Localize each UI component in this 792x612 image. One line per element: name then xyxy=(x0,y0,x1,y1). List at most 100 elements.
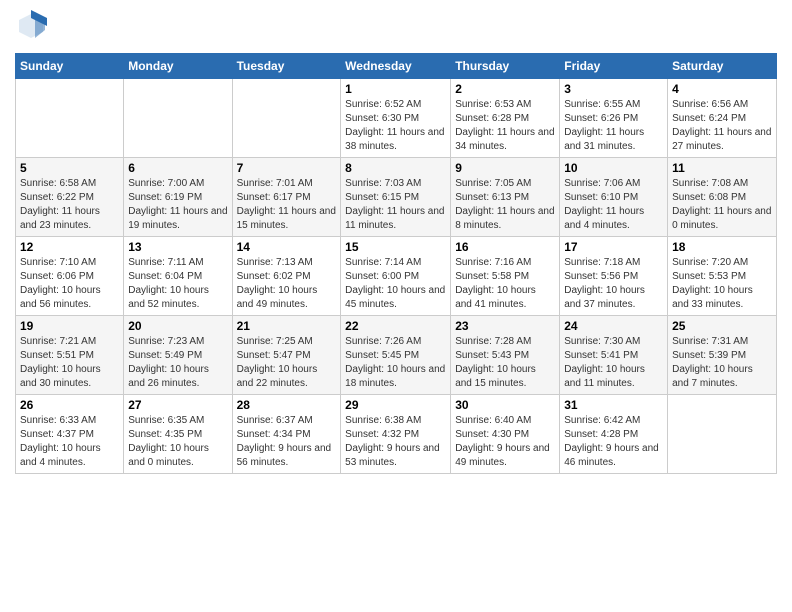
calendar-cell: 12 Sunrise: 7:10 AM Sunset: 6:06 PM Dayli… xyxy=(16,237,124,316)
logo-icon xyxy=(15,10,47,42)
day-info: Sunrise: 6:56 AM Sunset: 6:24 PM Dayligh… xyxy=(672,98,772,154)
calendar-cell: 5Sunrise: 6:58 AM Sunset: 6:22 PM Daylig… xyxy=(16,158,124,237)
day-header: Friday xyxy=(560,54,668,79)
day-header: Thursday xyxy=(451,54,560,79)
calendar-cell: 6Sunrise: 7:00 AM Sunset: 6:19 PM Daylig… xyxy=(124,158,232,237)
day-info: Sunrise: 6:55 AM Sunset: 6:26 PM Dayligh… xyxy=(564,98,663,154)
day-info: Sunrise: 7:21 AM Sunset: 5:51 PM Dayligh… xyxy=(20,335,119,391)
calendar-cell: 13 Sunrise: 7:11 AM Sunset: 6:04 PM Dayli… xyxy=(124,237,232,316)
day-number: 15 xyxy=(345,240,446,254)
day-header: Wednesday xyxy=(341,54,451,79)
calendar-cell: 8 Sunrise: 7:03 AM Sunset: 6:15 PM Daylig… xyxy=(341,158,451,237)
page: SundayMondayTuesdayWednesdayThursdayFrid… xyxy=(0,0,792,484)
day-info: Sunrise: 7:11 AM Sunset: 6:04 PM Dayligh… xyxy=(128,256,227,312)
calendar-cell: 1 Sunrise: 6:52 AM Sunset: 6:30 PM Daylig… xyxy=(341,79,451,158)
day-number: 9 xyxy=(455,161,555,175)
day-number: 19 xyxy=(20,319,119,333)
day-info: Sunrise: 6:53 AM Sunset: 6:28 PM Dayligh… xyxy=(455,98,555,154)
day-info: Sunrise: 6:37 AM Sunset: 4:34 PM Dayligh… xyxy=(237,414,337,470)
calendar-cell: 16Sunrise: 7:16 AM Sunset: 5:58 PM Dayli… xyxy=(451,237,560,316)
calendar-cell: 20 Sunrise: 7:23 AM Sunset: 5:49 PM Dayli… xyxy=(124,316,232,395)
day-number: 16 xyxy=(455,240,555,254)
day-info: Sunrise: 7:01 AM Sunset: 6:17 PM Dayligh… xyxy=(237,177,337,233)
day-number: 29 xyxy=(345,398,446,412)
day-info: Sunrise: 7:30 AM Sunset: 5:41 PM Dayligh… xyxy=(564,335,663,391)
day-number: 22 xyxy=(345,319,446,333)
day-info: Sunrise: 7:00 AM Sunset: 6:19 PM Dayligh… xyxy=(128,177,227,233)
week-row: 19 Sunrise: 7:21 AM Sunset: 5:51 PM Dayli… xyxy=(16,316,777,395)
day-number: 10 xyxy=(564,161,663,175)
week-row: 1 Sunrise: 6:52 AM Sunset: 6:30 PM Daylig… xyxy=(16,79,777,158)
day-number: 30 xyxy=(455,398,555,412)
calendar-cell: 22 Sunrise: 7:26 AM Sunset: 5:45 PM Dayli… xyxy=(341,316,451,395)
header-row: SundayMondayTuesdayWednesdayThursdayFrid… xyxy=(16,54,777,79)
logo xyxy=(15,10,49,47)
day-number: 26 xyxy=(20,398,119,412)
day-info: Sunrise: 6:33 AM Sunset: 4:37 PM Dayligh… xyxy=(20,414,119,470)
calendar-cell: 11 Sunrise: 7:08 AM Sunset: 6:08 PM Dayli… xyxy=(668,158,777,237)
day-number: 14 xyxy=(237,240,337,254)
day-info: Sunrise: 6:52 AM Sunset: 6:30 PM Dayligh… xyxy=(345,98,446,154)
day-number: 1 xyxy=(345,82,446,96)
day-number: 13 xyxy=(128,240,227,254)
day-number: 21 xyxy=(237,319,337,333)
day-number: 8 xyxy=(345,161,446,175)
calendar-cell xyxy=(124,79,232,158)
calendar-cell: 27 Sunrise: 6:35 AM Sunset: 4:35 PM Dayli… xyxy=(124,395,232,474)
day-header: Tuesday xyxy=(232,54,341,79)
day-info: Sunrise: 7:25 AM Sunset: 5:47 PM Dayligh… xyxy=(237,335,337,391)
calendar-cell: 3Sunrise: 6:55 AM Sunset: 6:26 PM Daylig… xyxy=(560,79,668,158)
day-info: Sunrise: 7:13 AM Sunset: 6:02 PM Dayligh… xyxy=(237,256,337,312)
day-info: Sunrise: 6:42 AM Sunset: 4:28 PM Dayligh… xyxy=(564,414,663,470)
calendar-cell: 4Sunrise: 6:56 AM Sunset: 6:24 PM Daylig… xyxy=(668,79,777,158)
day-info: Sunrise: 7:10 AM Sunset: 6:06 PM Dayligh… xyxy=(20,256,119,312)
calendar-cell xyxy=(668,395,777,474)
calendar-cell: 23Sunrise: 7:28 AM Sunset: 5:43 PM Dayli… xyxy=(451,316,560,395)
day-number: 7 xyxy=(237,161,337,175)
calendar-cell: 15 Sunrise: 7:14 AM Sunset: 6:00 PM Dayli… xyxy=(341,237,451,316)
calendar-cell: 30 Sunrise: 6:40 AM Sunset: 4:30 PM Dayli… xyxy=(451,395,560,474)
week-row: 12 Sunrise: 7:10 AM Sunset: 6:06 PM Dayli… xyxy=(16,237,777,316)
header xyxy=(15,10,777,47)
day-header: Saturday xyxy=(668,54,777,79)
day-info: Sunrise: 7:14 AM Sunset: 6:00 PM Dayligh… xyxy=(345,256,446,312)
calendar-cell: 7 Sunrise: 7:01 AM Sunset: 6:17 PM Daylig… xyxy=(232,158,341,237)
day-info: Sunrise: 7:05 AM Sunset: 6:13 PM Dayligh… xyxy=(455,177,555,233)
day-info: Sunrise: 7:31 AM Sunset: 5:39 PM Dayligh… xyxy=(672,335,772,391)
calendar-cell xyxy=(16,79,124,158)
day-header: Sunday xyxy=(16,54,124,79)
day-number: 12 xyxy=(20,240,119,254)
calendar-cell: 10Sunrise: 7:06 AM Sunset: 6:10 PM Dayli… xyxy=(560,158,668,237)
calendar-cell: 9 Sunrise: 7:05 AM Sunset: 6:13 PM Daylig… xyxy=(451,158,560,237)
day-number: 17 xyxy=(564,240,663,254)
calendar-cell: 14 Sunrise: 7:13 AM Sunset: 6:02 PM Dayli… xyxy=(232,237,341,316)
calendar-cell: 18Sunrise: 7:20 AM Sunset: 5:53 PM Dayli… xyxy=(668,237,777,316)
calendar-cell: 21 Sunrise: 7:25 AM Sunset: 5:47 PM Dayli… xyxy=(232,316,341,395)
day-info: Sunrise: 7:26 AM Sunset: 5:45 PM Dayligh… xyxy=(345,335,446,391)
calendar-table: SundayMondayTuesdayWednesdayThursdayFrid… xyxy=(15,53,777,474)
day-info: Sunrise: 6:35 AM Sunset: 4:35 PM Dayligh… xyxy=(128,414,227,470)
day-header: Monday xyxy=(124,54,232,79)
week-row: 5Sunrise: 6:58 AM Sunset: 6:22 PM Daylig… xyxy=(16,158,777,237)
day-number: 27 xyxy=(128,398,227,412)
calendar-cell: 31 Sunrise: 6:42 AM Sunset: 4:28 PM Dayli… xyxy=(560,395,668,474)
calendar-cell: 24Sunrise: 7:30 AM Sunset: 5:41 PM Dayli… xyxy=(560,316,668,395)
day-info: Sunrise: 6:38 AM Sunset: 4:32 PM Dayligh… xyxy=(345,414,446,470)
day-number: 18 xyxy=(672,240,772,254)
calendar-cell xyxy=(232,79,341,158)
day-info: Sunrise: 7:08 AM Sunset: 6:08 PM Dayligh… xyxy=(672,177,772,233)
day-info: Sunrise: 7:23 AM Sunset: 5:49 PM Dayligh… xyxy=(128,335,227,391)
day-number: 28 xyxy=(237,398,337,412)
day-number: 31 xyxy=(564,398,663,412)
day-info: Sunrise: 6:40 AM Sunset: 4:30 PM Dayligh… xyxy=(455,414,555,470)
calendar-cell: 28 Sunrise: 6:37 AM Sunset: 4:34 PM Dayli… xyxy=(232,395,341,474)
calendar-cell: 19 Sunrise: 7:21 AM Sunset: 5:51 PM Dayli… xyxy=(16,316,124,395)
day-info: Sunrise: 6:58 AM Sunset: 6:22 PM Dayligh… xyxy=(20,177,119,233)
day-info: Sunrise: 7:03 AM Sunset: 6:15 PM Dayligh… xyxy=(345,177,446,233)
day-number: 20 xyxy=(128,319,227,333)
day-number: 11 xyxy=(672,161,772,175)
week-row: 26 Sunrise: 6:33 AM Sunset: 4:37 PM Dayli… xyxy=(16,395,777,474)
day-info: Sunrise: 7:28 AM Sunset: 5:43 PM Dayligh… xyxy=(455,335,555,391)
calendar-cell: 25Sunrise: 7:31 AM Sunset: 5:39 PM Dayli… xyxy=(668,316,777,395)
day-info: Sunrise: 7:18 AM Sunset: 5:56 PM Dayligh… xyxy=(564,256,663,312)
